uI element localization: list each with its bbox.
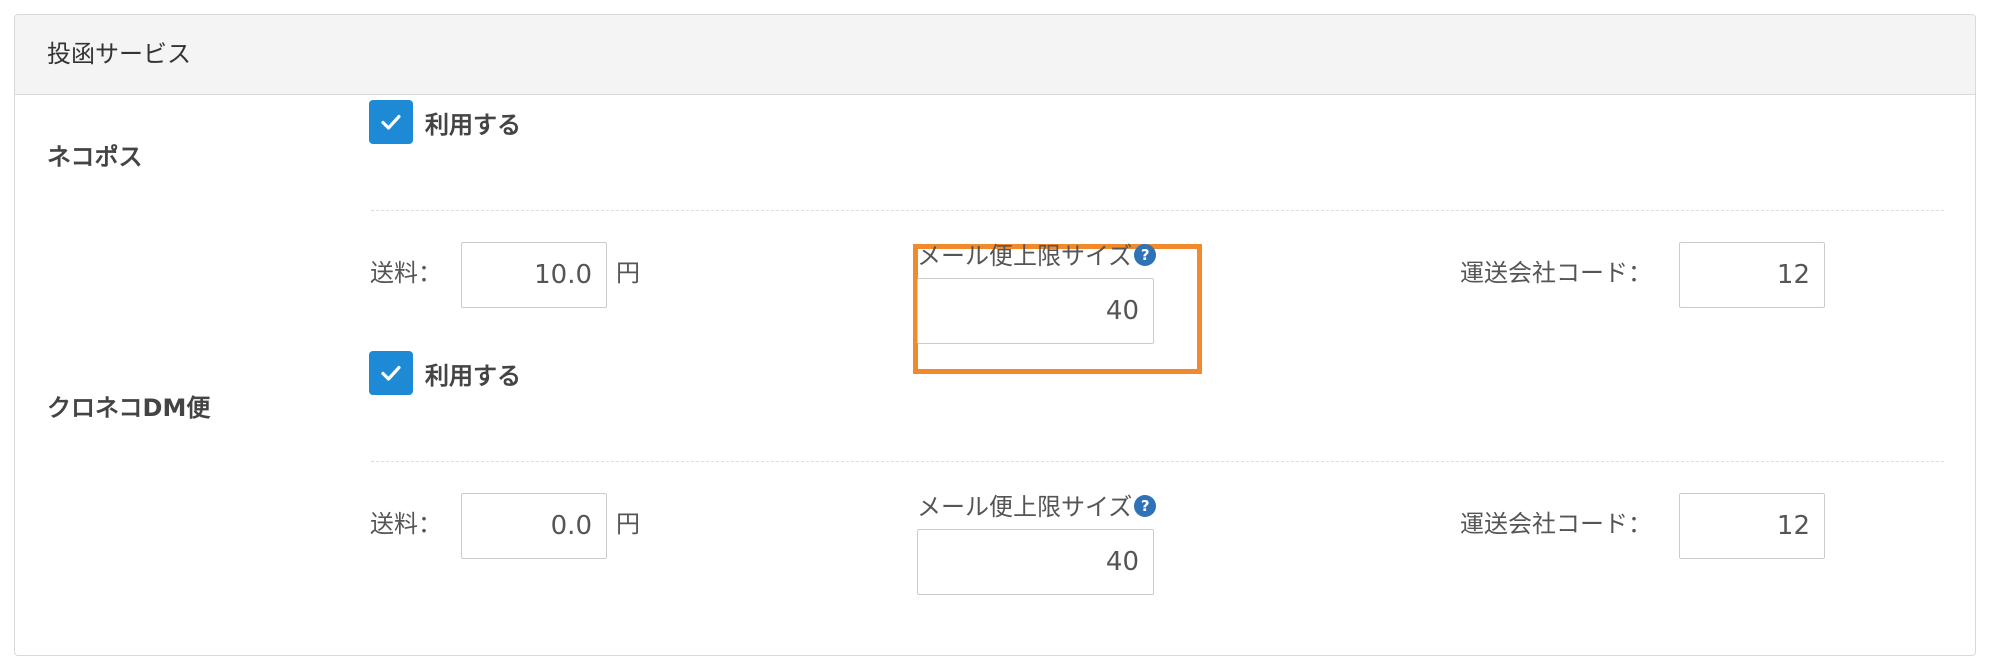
panel-header: 投函サービス	[15, 15, 1975, 95]
nekopos-carrier-code-label: 運送会社コード：	[1460, 259, 1652, 287]
kuroneko-dm-carrier-code-label: 運送会社コード：	[1460, 510, 1652, 538]
nekopos-use-checkbox-row[interactable]: 利用する	[369, 100, 521, 144]
kuroneko-dm-use-checkbox-row[interactable]: 利用する	[369, 351, 521, 395]
kuroneko-dm-shipping-fee-input[interactable]	[461, 493, 607, 559]
kuroneko-dm-shipping-fee-unit: 円	[616, 510, 640, 538]
question-circle-icon[interactable]: ?	[1134, 244, 1157, 266]
question-circle-icon[interactable]: ?	[1134, 495, 1157, 517]
kuroneko-dm-mail-size-limit-label: メール便上限サイズ?	[917, 492, 1157, 522]
kuroneko-dm-divider	[371, 461, 1944, 462]
nekopos-mail-size-limit-label: メール便上限サイズ?	[917, 241, 1157, 271]
kuroneko-dm-mail-size-limit-label-text: メール便上限サイズ	[917, 493, 1133, 521]
kuroneko-dm-use-checkbox[interactable]	[369, 351, 413, 395]
nekopos-shipping-fee-unit: 円	[616, 259, 640, 287]
service-name-nekopos: ネコポス	[47, 143, 143, 171]
check-icon	[381, 114, 401, 130]
kuroneko-dm-mail-size-limit-input[interactable]	[917, 529, 1154, 595]
nekopos-carrier-code-input[interactable]	[1679, 242, 1825, 308]
check-icon	[381, 365, 401, 381]
nekopos-use-label: 利用する	[425, 110, 521, 139]
nekopos-shipping-fee-input[interactable]	[461, 242, 607, 308]
nekopos-divider	[371, 210, 1944, 211]
nekopos-mail-size-limit-label-text: メール便上限サイズ	[917, 242, 1133, 270]
kuroneko-dm-use-label: 利用する	[425, 361, 521, 390]
nekopos-mail-size-limit-input[interactable]	[917, 278, 1154, 344]
service-name-kuroneko-dm: クロネコDM便	[47, 394, 211, 422]
panel-title: 投函サービス	[47, 40, 191, 68]
nekopos-shipping-fee-label: 送料：	[370, 259, 442, 287]
kuroneko-dm-carrier-code-input[interactable]	[1679, 493, 1825, 559]
kuroneko-dm-shipping-fee-label: 送料：	[370, 510, 442, 538]
mail-delivery-service-panel: 投函サービス ネコポス 利用する 送料： 円 メール便上限サイズ? 運送会社コー…	[14, 14, 1976, 656]
nekopos-use-checkbox[interactable]	[369, 100, 413, 144]
